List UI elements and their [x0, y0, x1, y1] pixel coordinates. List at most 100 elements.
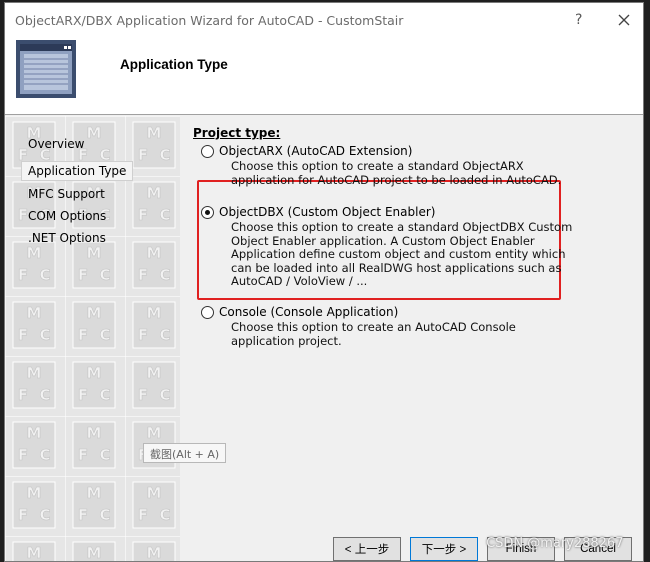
svg-text:M: M	[147, 304, 162, 322]
mfc-watermark-tile: MFC	[132, 121, 176, 169]
svg-text:C: C	[99, 506, 110, 524]
svg-text:M: M	[27, 544, 42, 562]
wizard-window-icon	[15, 39, 77, 99]
svg-text:M: M	[147, 484, 162, 502]
radio-objectarx[interactable]	[201, 145, 214, 158]
svg-text:M: M	[147, 364, 162, 382]
svg-text:F: F	[18, 266, 28, 284]
svg-text:C: C	[159, 326, 170, 344]
mfc-watermark-tile: MFC	[132, 241, 176, 289]
mfc-watermark-tile: MFC	[12, 361, 56, 409]
svg-text:C: C	[99, 446, 110, 464]
mfc-watermark-tile: MFC	[72, 301, 116, 349]
back-button[interactable]: < 上一步	[333, 537, 401, 561]
svg-text:C: C	[99, 266, 110, 284]
svg-text:M: M	[147, 124, 162, 142]
help-button[interactable]: ?	[575, 12, 582, 28]
svg-text:F: F	[78, 326, 88, 344]
svg-text:M: M	[147, 244, 162, 262]
option-description: Choose this option to create a standard …	[231, 159, 562, 187]
option-label[interactable]: ObjectDBX (Custom Object Enabler)	[219, 205, 435, 219]
option-description: Choose this option to create a standard …	[231, 220, 573, 288]
svg-text:M: M	[87, 304, 102, 322]
svg-text:F: F	[78, 266, 88, 284]
svg-text:M: M	[27, 364, 42, 382]
svg-text:C: C	[159, 146, 170, 164]
svg-text:M: M	[87, 244, 102, 262]
mfc-watermark-tile: MFC	[12, 241, 56, 289]
svg-text:M: M	[147, 184, 162, 202]
svg-text:M: M	[27, 304, 42, 322]
wizard-header: Application Type	[5, 37, 643, 115]
mfc-watermark-tile: MFC	[72, 481, 116, 529]
mfc-watermark-tile: MFC	[132, 361, 176, 409]
svg-text:M: M	[27, 244, 42, 262]
svg-text:F: F	[138, 506, 148, 524]
mfc-watermark-tile: MFC	[72, 541, 116, 562]
svg-text:F: F	[78, 386, 88, 404]
title-bar: ObjectARX/DBX Application Wizard for Aut…	[5, 3, 643, 37]
svg-text:F: F	[18, 446, 28, 464]
svg-text:F: F	[138, 206, 148, 224]
mfc-watermark-tile: MFC	[12, 301, 56, 349]
svg-text:M: M	[87, 364, 102, 382]
svg-text:C: C	[159, 266, 170, 284]
svg-text:F: F	[18, 326, 28, 344]
sidebar-item-application-type[interactable]: Application Type	[21, 161, 134, 181]
svg-text:M: M	[147, 424, 162, 442]
svg-text:M: M	[27, 424, 42, 442]
mfc-watermark-tile: MFC	[132, 301, 176, 349]
svg-text:F: F	[78, 506, 88, 524]
mfc-watermark-tile: MFC	[132, 481, 176, 529]
svg-text:C: C	[99, 386, 110, 404]
svg-text:F: F	[18, 386, 28, 404]
svg-text:C: C	[39, 326, 50, 344]
svg-text:F: F	[138, 386, 148, 404]
svg-text:C: C	[159, 206, 170, 224]
svg-text:C: C	[39, 446, 50, 464]
mfc-watermark-tile: MFC	[12, 421, 56, 469]
screenshot-tooltip: 截图(Alt + A)	[143, 443, 227, 463]
wizard-dialog: ObjectARX/DBX Application Wizard for Aut…	[4, 2, 644, 562]
svg-text:C: C	[39, 266, 50, 284]
sidebar-item-mfc-support[interactable]: MFC Support	[25, 186, 108, 202]
mfc-watermark-tile: MFC	[12, 481, 56, 529]
project-type-heading: Project type:	[193, 126, 281, 140]
page-title: Application Type	[120, 57, 228, 72]
wizard-content: Project type: ObjectARX (AutoCAD Extensi…	[181, 116, 643, 546]
next-button[interactable]: 下一步 >	[410, 537, 478, 561]
option-label[interactable]: ObjectARX (AutoCAD Extension)	[219, 144, 412, 158]
radio-objectdbx[interactable]	[201, 206, 214, 219]
svg-text:C: C	[159, 386, 170, 404]
sidebar-item-overview[interactable]: Overview	[25, 136, 88, 152]
option-description: Choose this option to create an AutoCAD …	[231, 320, 516, 348]
svg-text:M: M	[87, 124, 102, 142]
svg-text:F: F	[138, 266, 148, 284]
svg-text:C: C	[159, 506, 170, 524]
svg-text:F: F	[18, 506, 28, 524]
mfc-watermark-tile: MFC	[72, 241, 116, 289]
svg-text:F: F	[138, 326, 148, 344]
mfc-watermark-pattern: MF CMF CMF CMF CMF CMF CMF CMF CMF CMF CMF CMF CMF CM…	[12, 121, 176, 562]
csdn-watermark: CSDN @mary288267	[486, 536, 624, 551]
option-label[interactable]: Console (Console Application)	[219, 305, 398, 319]
svg-text:C: C	[39, 506, 50, 524]
mfc-watermark-tile: MFC	[132, 541, 176, 562]
svg-text:M: M	[27, 484, 42, 502]
svg-text:C: C	[39, 386, 50, 404]
mfc-watermark-tile: MFC	[72, 421, 116, 469]
svg-text:M: M	[87, 484, 102, 502]
wizard-sidebar: MFCMFCMFCMFCMFCMFCMFCMFCMFCMFCMFCMFCMFCM…	[5, 116, 180, 562]
sidebar-item-net-options[interactable]: .NET Options	[25, 230, 109, 246]
mfc-watermark-tile: MFC	[132, 181, 176, 229]
svg-text:C: C	[99, 326, 110, 344]
sidebar-item-com-options[interactable]: COM Options	[25, 208, 109, 224]
svg-text:M: M	[87, 544, 102, 562]
close-icon[interactable]	[613, 9, 635, 31]
mfc-watermark-tile: MFC	[12, 541, 56, 562]
radio-console[interactable]	[201, 306, 214, 319]
mfc-watermark-tile: MFC	[72, 361, 116, 409]
window-title: ObjectARX/DBX Application Wizard for Aut…	[15, 13, 404, 28]
svg-text:M: M	[147, 544, 162, 562]
svg-text:F: F	[138, 146, 148, 164]
